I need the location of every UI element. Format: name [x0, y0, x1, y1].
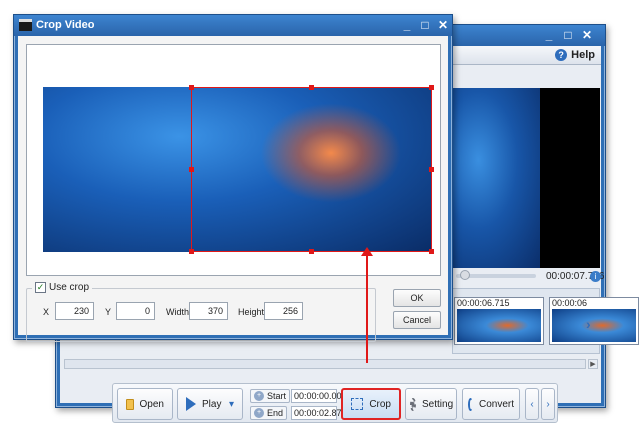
scroll-right-icon[interactable]: ▶: [588, 359, 598, 369]
thumbnail-time: 00:00:06: [552, 298, 588, 308]
x-input[interactable]: 230: [55, 302, 94, 320]
setting-button[interactable]: Setting: [405, 388, 457, 420]
use-crop-label: Use crop: [49, 282, 90, 293]
convert-button[interactable]: Convert: [462, 388, 520, 420]
prev-button[interactable]: ‹: [525, 388, 539, 420]
gear-icon: [410, 397, 416, 411]
thumbnail[interactable]: 00:00:06: [549, 297, 639, 345]
crop-icon: [351, 398, 364, 410]
end-button[interactable]: + End: [250, 406, 288, 420]
crop-rectangle[interactable]: [191, 87, 432, 252]
crop-client: ✓ Use crop X 230 Y 0 Width 370 Height 25…: [18, 36, 448, 342]
video-preview: [452, 88, 600, 268]
close-icon[interactable]: ✕: [436, 18, 450, 32]
maximize-icon[interactable]: □: [561, 28, 575, 42]
crop-title-bar[interactable]: Crop Video _ □ ✕: [14, 15, 452, 36]
horizontal-scrollbar[interactable]: [64, 359, 586, 369]
play-button[interactable]: Play ▾: [177, 388, 243, 420]
help-icon: ?: [555, 49, 568, 61]
start-icon: +: [254, 391, 264, 401]
chevron-right-icon: ›: [546, 398, 550, 410]
use-crop-checkbox[interactable]: ✓ Use crop: [32, 282, 93, 293]
start-label: Start: [267, 391, 287, 401]
crop-video-dialog: Crop Video _ □ ✕ ✓ Use crop X 230 Y 0 Wi…: [13, 14, 453, 342]
maximize-icon[interactable]: □: [418, 18, 432, 32]
convert-icon: [468, 397, 473, 411]
setting-label: Setting: [422, 398, 454, 410]
close-icon[interactable]: ✕: [580, 28, 594, 42]
chevron-down-icon[interactable]: ▾: [229, 399, 234, 410]
help-button[interactable]: ? Help: [555, 49, 595, 61]
minimize-icon[interactable]: _: [542, 28, 556, 42]
seek-handle[interactable]: [460, 270, 470, 280]
open-button[interactable]: Open: [117, 388, 173, 420]
crop-canvas: [26, 44, 441, 276]
cancel-button[interactable]: Cancel: [393, 311, 441, 329]
thumbnail-strip: 00:00:06.715 00:00:06: [452, 288, 639, 354]
callout-arrow-line: [366, 253, 368, 363]
play-icon: [186, 397, 196, 411]
height-label: Height: [238, 307, 265, 317]
ok-button[interactable]: OK: [393, 289, 441, 307]
convert-label: Convert: [478, 398, 514, 410]
start-button[interactable]: + Start: [250, 389, 291, 403]
play-label: Play: [202, 398, 222, 410]
crop-button[interactable]: Crop: [341, 388, 401, 420]
crop-label: Crop: [369, 398, 391, 410]
width-input[interactable]: 370: [189, 302, 228, 320]
thumbnail-time: 00:00:06.715: [457, 298, 510, 308]
crop-handle[interactable]: [189, 167, 194, 172]
end-time-field[interactable]: 00:00:02.877: [291, 406, 347, 420]
crop-handle[interactable]: [189, 249, 194, 254]
crop-handle[interactable]: [429, 85, 434, 90]
clapperboard-icon: [19, 19, 32, 31]
help-label: Help: [571, 49, 595, 61]
crop-handle[interactable]: [429, 249, 434, 254]
dialog-title: Crop Video: [36, 19, 95, 31]
end-label: End: [267, 408, 284, 418]
x-label: X: [43, 307, 50, 317]
chevron-left-icon: ‹: [530, 398, 534, 410]
crop-handle[interactable]: [309, 85, 314, 90]
strip-next-icon[interactable]: ›: [586, 316, 591, 332]
crop-handle[interactable]: [309, 249, 314, 254]
crop-handle[interactable]: [429, 167, 434, 172]
thumbnail[interactable]: 00:00:06.715: [454, 297, 544, 345]
info-icon[interactable]: i: [590, 271, 601, 282]
checkbox-check-icon[interactable]: ✓: [35, 282, 46, 293]
minimize-icon[interactable]: _: [400, 18, 414, 32]
width-label: Width: [166, 307, 190, 317]
y-label: Y: [105, 307, 112, 317]
open-label: Open: [139, 398, 164, 410]
folder-icon: [126, 398, 134, 410]
main-toolbar: Open Play ▾ + Start 00:00:00.000 + End 0…: [112, 383, 558, 423]
end-icon: +: [254, 408, 264, 418]
crop-handle[interactable]: [189, 85, 194, 90]
callout-arrow-icon: [361, 247, 373, 256]
height-input[interactable]: 256: [264, 302, 303, 320]
y-input[interactable]: 0: [116, 302, 155, 320]
next-button[interactable]: ›: [541, 388, 555, 420]
start-time-field[interactable]: 00:00:00.000: [291, 389, 347, 403]
